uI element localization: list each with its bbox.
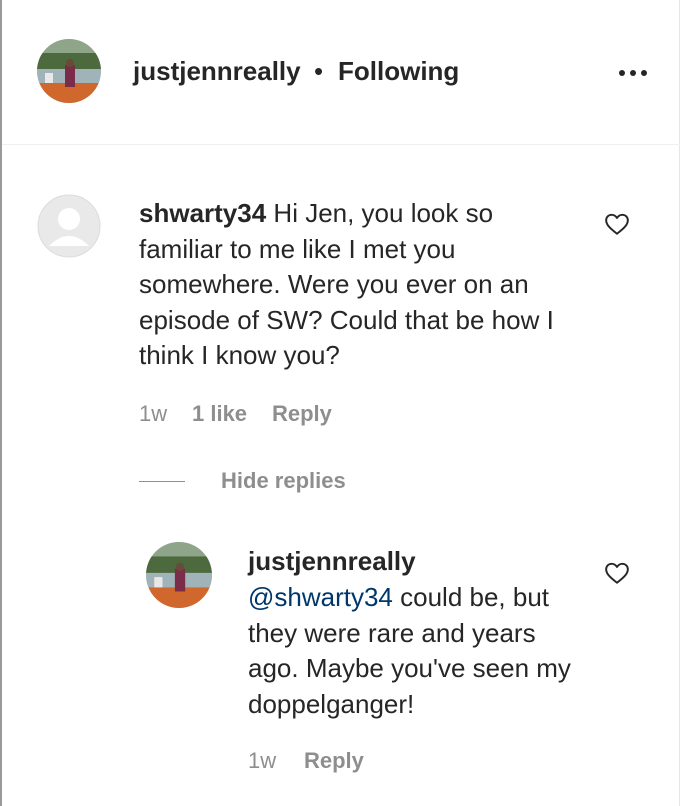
heart-outline-icon[interactable] (604, 560, 630, 586)
more-horizontal-icon-dot (641, 70, 647, 76)
post-author-username[interactable]: justjennreally (133, 55, 301, 87)
default-avatar-icon (37, 194, 101, 258)
reply-label[interactable]: Reply (272, 401, 332, 426)
reply-reply-button[interactable]: Reply (304, 747, 364, 775)
more-options-button[interactable] (614, 60, 652, 86)
replies-divider-line (139, 481, 185, 482)
hide-replies-button[interactable]: Hide replies (221, 467, 346, 495)
commenter-avatar[interactable] (37, 194, 101, 258)
mention-link[interactable]: @shwarty34 (248, 582, 393, 612)
reply-body: @shwarty34 could be, but they were rare … (248, 580, 578, 722)
reply-label[interactable]: Reply (304, 748, 364, 773)
comment-timestamp[interactable]: 1w (139, 400, 167, 428)
more-horizontal-icon-dot (630, 70, 636, 76)
following-button[interactable]: Following (338, 55, 459, 87)
header-divider (2, 144, 680, 145)
post-header: justjennreally • Following (0, 0, 680, 145)
comment-username[interactable]: shwarty34 (139, 198, 266, 228)
avatar[interactable] (37, 39, 101, 103)
more-horizontal-icon (619, 70, 625, 76)
comment-like-count[interactable]: 1 like (192, 400, 247, 428)
separator-dot: • (314, 56, 324, 86)
reply-timestamp[interactable]: 1w (248, 747, 276, 775)
comment-reply-button[interactable]: Reply (272, 400, 332, 428)
profile-photo (37, 39, 101, 103)
like-count-label[interactable]: 1 like (192, 401, 247, 426)
profile-photo (146, 542, 212, 608)
reply-username[interactable]: justjennreally (248, 544, 416, 579)
reply-avatar[interactable] (146, 542, 212, 608)
comment-body: shwarty34 Hi Jen, you look so familiar t… (139, 196, 579, 374)
heart-outline-icon[interactable] (604, 211, 630, 237)
